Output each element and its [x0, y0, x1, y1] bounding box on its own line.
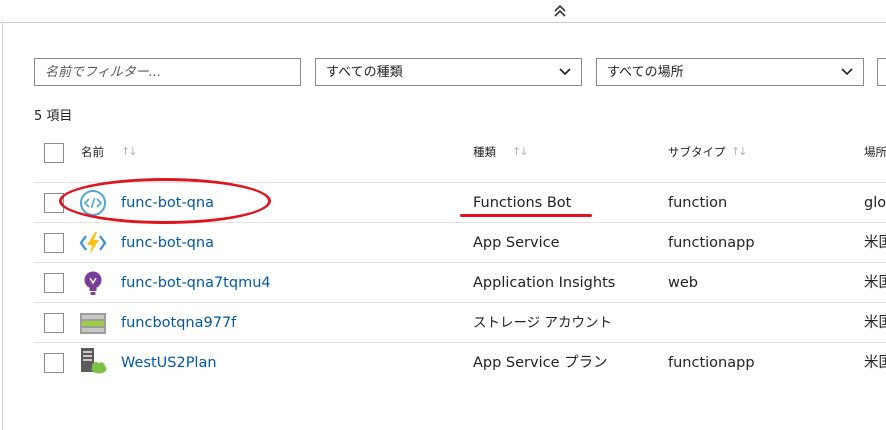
resource-location: 米国 — [864, 355, 886, 371]
resource-name-link[interactable]: func-bot-qna7tqmu4 — [121, 273, 271, 293]
panel-border — [2, 22, 3, 430]
resource-type: Application Insights — [473, 275, 616, 291]
collapse-bar — [0, 0, 886, 23]
table-row[interactable]: funcbotqna977f ストレージ アカウント 米国 — [34, 302, 886, 343]
name-filter-placeholder: 名前でフィルター... — [45, 65, 162, 80]
select-all-checkbox[interactable] — [44, 143, 64, 163]
resource-name-link[interactable]: WestUS2Plan — [121, 353, 217, 373]
resource-name-link[interactable]: func-bot-qna — [121, 233, 214, 253]
sort-icon[interactable]: ↑↓ — [731, 143, 748, 161]
extra-filter-dropdown[interactable] — [877, 58, 886, 86]
resource-location: 米国 — [864, 315, 886, 331]
resource-location: glo — [864, 195, 886, 211]
storage-account-icon — [80, 313, 106, 334]
column-header-location[interactable]: 場所 — [864, 143, 886, 161]
row-checkbox[interactable] — [44, 233, 64, 253]
resource-subtype: functionapp — [668, 355, 755, 371]
annotation-underline — [460, 214, 592, 217]
resource-subtype: functionapp — [668, 235, 755, 251]
column-header-subtype[interactable]: サブタイプ — [668, 143, 726, 161]
application-insights-icon — [84, 271, 102, 295]
resource-subtype: function — [668, 195, 728, 211]
row-checkbox[interactable] — [44, 313, 64, 333]
table-row[interactable]: func-bot-qna7tqmu4 Application Insights … — [34, 262, 886, 303]
location-filter-dropdown[interactable]: すべての場所 — [596, 58, 864, 86]
row-checkbox[interactable] — [44, 273, 64, 293]
resource-type: ストレージ アカウント — [473, 315, 613, 331]
column-header-type[interactable]: 種類 — [473, 143, 496, 161]
row-checkbox[interactable] — [44, 353, 64, 373]
name-filter-input[interactable]: 名前でフィルター... — [34, 58, 301, 86]
table-row[interactable]: WestUS2Plan App Service プラン functionapp … — [34, 342, 886, 383]
type-filter-value: すべての種類 — [326, 65, 403, 80]
table-row[interactable]: func-bot-qna App Service functionapp 米国 — [34, 222, 886, 263]
resource-subtype: web — [668, 275, 698, 291]
resource-location: 米国 — [864, 235, 886, 251]
item-count: 5 項目 — [34, 109, 73, 124]
chevron-down-icon — [559, 68, 571, 76]
sort-icon[interactable]: ↑↓ — [121, 143, 138, 161]
type-filter-dropdown[interactable]: すべての種類 — [315, 58, 582, 86]
chevron-double-up-icon[interactable] — [551, 3, 569, 19]
annotation-ellipse — [59, 178, 271, 224]
resource-type: App Service — [473, 235, 560, 251]
function-app-icon — [79, 232, 107, 254]
resource-location: 米国 — [864, 275, 886, 291]
app-service-plan-icon — [81, 348, 107, 374]
location-filter-value: すべての場所 — [607, 65, 684, 80]
sort-icon[interactable]: ↑↓ — [512, 143, 529, 161]
column-header-name[interactable]: 名前 — [81, 143, 104, 161]
chevron-down-icon — [841, 68, 853, 76]
resource-name-link[interactable]: funcbotqna977f — [121, 313, 236, 333]
resource-type: App Service プラン — [473, 355, 608, 371]
resource-type: Functions Bot — [473, 195, 572, 211]
